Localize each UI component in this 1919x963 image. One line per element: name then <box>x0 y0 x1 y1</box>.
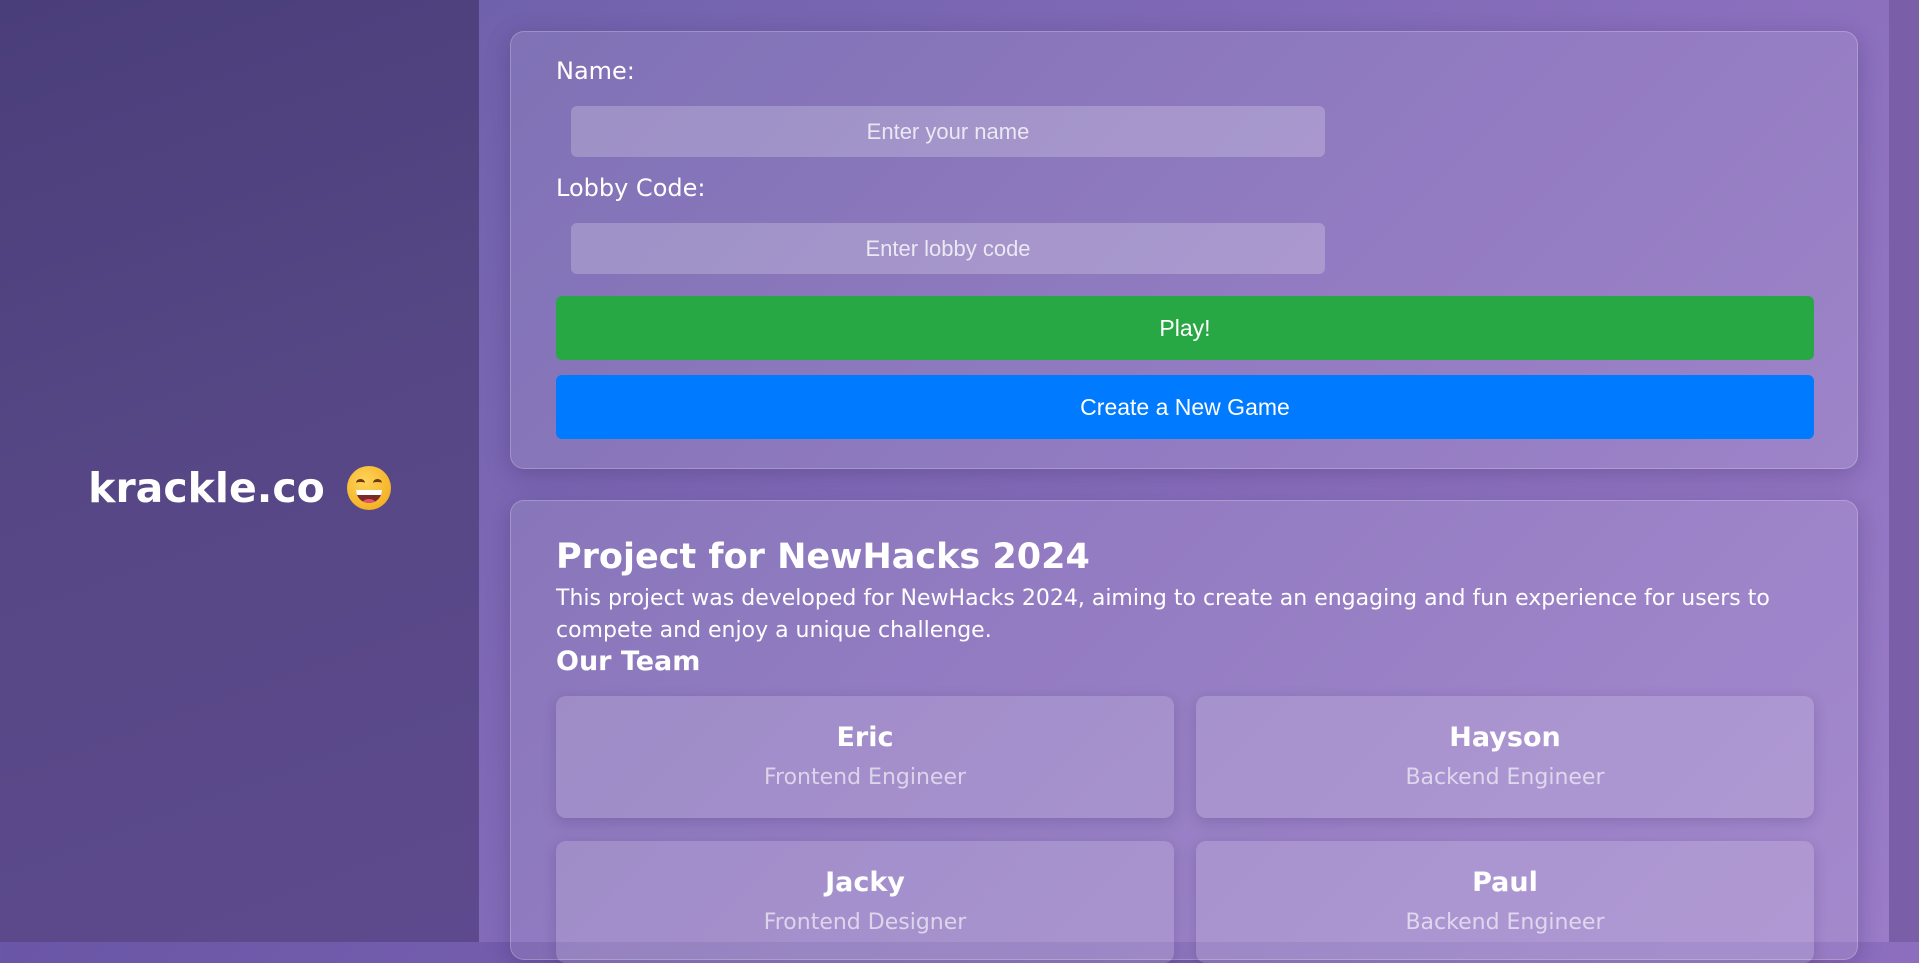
team-member-card: Hayson Backend Engineer <box>1196 696 1814 818</box>
team-member-name: Hayson <box>1449 722 1561 753</box>
name-input[interactable] <box>571 106 1325 157</box>
team-member-name: Jacky <box>825 867 905 898</box>
team-member-card: Jacky Frontend Designer <box>556 841 1174 963</box>
team-member-name: Eric <box>836 722 894 753</box>
brand-name: krackle.co <box>88 463 325 512</box>
brand-logo: krackle.co <box>88 464 391 512</box>
project-title: Project for NewHacks 2024 <box>556 537 1090 577</box>
project-description: This project was developed for NewHacks … <box>556 586 1770 643</box>
brand-sidebar: krackle.co <box>0 0 479 942</box>
join-game-form: Name: Lobby Code: Play! Create a New Gam… <box>510 31 1858 469</box>
create-game-button[interactable]: Create a New Game <box>556 375 1814 439</box>
team-member-role: Backend Engineer <box>1405 765 1605 790</box>
team-member-card: Eric Frontend Engineer <box>556 696 1174 818</box>
project-info-card: Project for NewHacks 2024 This project w… <box>510 500 1858 963</box>
team-member-role: Frontend Designer <box>763 910 967 935</box>
team-member-role: Frontend Engineer <box>763 765 967 790</box>
grinning-squinting-face-icon <box>346 465 391 510</box>
team-member-card: Paul Backend Engineer <box>1196 841 1814 963</box>
lobby-code-label: Lobby Code: <box>556 174 706 202</box>
team-member-name: Paul <box>1472 867 1538 898</box>
play-button[interactable]: Play! <box>556 296 1814 360</box>
team-heading: Our Team <box>556 646 701 677</box>
scrollbar-track[interactable] <box>1889 0 1919 942</box>
name-label: Name: <box>556 57 635 85</box>
team-member-role: Backend Engineer <box>1405 910 1605 935</box>
main-content: Name: Lobby Code: Play! Create a New Gam… <box>479 0 1889 963</box>
lobby-code-input[interactable] <box>571 223 1325 274</box>
